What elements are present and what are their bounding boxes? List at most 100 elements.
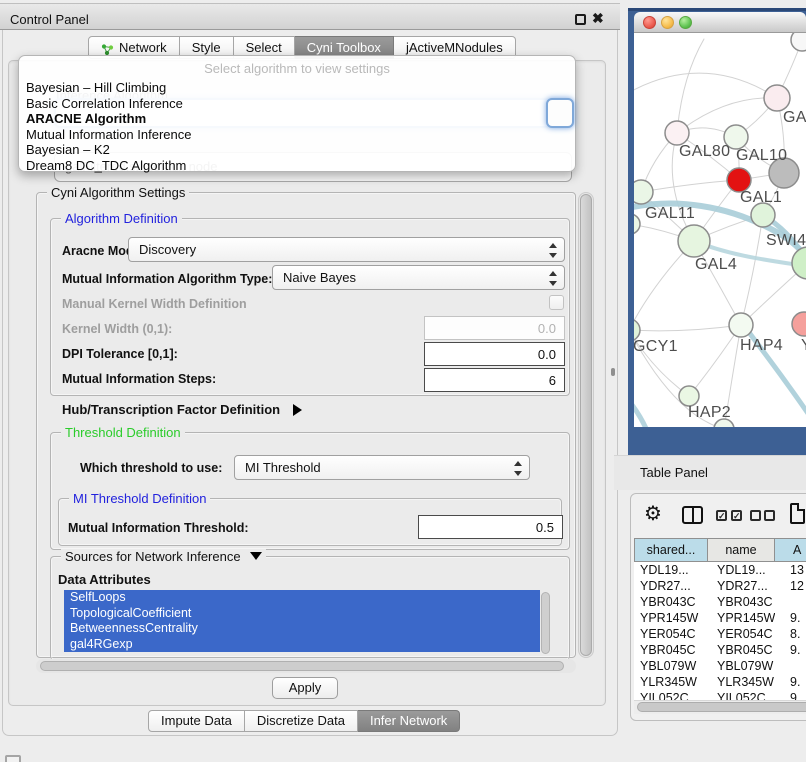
apply-button[interactable]: Apply — [272, 677, 338, 699]
window-zoom-button[interactable] — [679, 16, 692, 29]
table-row[interactable]: YLR345WYLR345W9. — [634, 674, 806, 690]
popup-placeholder: Select algorithm to view settings — [19, 58, 575, 80]
algorithm-definition-title: Algorithm Definition — [61, 211, 182, 226]
manual-kernel-label: Manual Kernel Width Definition — [62, 297, 247, 311]
control-panel-titlebar: Control Panel ✖ — [0, 3, 620, 30]
table-row[interactable]: YPR145WYPR145W9. — [634, 610, 806, 626]
table-row[interactable]: YBR045CYBR045C9. — [634, 642, 806, 658]
mi-steps-label: Mutual Information Steps: — [62, 372, 216, 386]
network-node-hap4[interactable] — [729, 313, 753, 337]
data-attributes-label: Data Attributes — [58, 572, 151, 587]
minimized-panel-icon[interactable] — [5, 755, 21, 762]
column-header-clipped[interactable]: A — [775, 538, 806, 562]
column-header-shared-name[interactable]: shared... — [634, 538, 708, 562]
table-cell: 9. — [775, 610, 806, 626]
node-label: GAL10 — [736, 147, 787, 165]
attribute-list-item[interactable]: SelfLoops — [64, 590, 540, 606]
network-edge — [634, 325, 741, 331]
columns-icon[interactable] — [682, 506, 703, 524]
network-svg — [634, 33, 806, 427]
table-panel-title: Table Panel — [640, 465, 708, 480]
attribute-list-item[interactable]: BetweennessCentrality — [64, 621, 540, 637]
network-canvas[interactable]: GALGAL80GAL10GAL1GAL11SWI4GAL4GCY1HAP4YH… — [634, 33, 806, 427]
settings-group-title: Cyni Algorithm Settings — [47, 185, 189, 200]
mi-steps-field[interactable] — [424, 368, 565, 392]
page-icon[interactable] — [790, 503, 805, 524]
manual-kernel-checkbox[interactable] — [549, 295, 564, 310]
network-node-top-partial[interactable] — [791, 33, 806, 51]
popup-item-mutual-information[interactable]: Mutual Information Inference — [19, 127, 575, 143]
popup-item-bayesian-k2[interactable]: Bayesian – K2 — [19, 142, 575, 158]
table-cell: YER054C — [708, 626, 775, 642]
network-node-salmon[interactable] — [792, 312, 806, 336]
table-row[interactable]: YBR043CYBR043C — [634, 594, 806, 610]
tab-discretize-data[interactable]: Discretize Data — [245, 710, 358, 732]
attribute-list-item[interactable]: TopologicalCoefficient — [64, 606, 540, 622]
window-minimize-button[interactable] — [661, 16, 674, 29]
threshold-definition-title: Threshold Definition — [61, 425, 185, 440]
kernel-width-field[interactable] — [424, 316, 565, 340]
inference-algorithm-combobox-edge[interactable] — [546, 98, 574, 128]
network-edge — [641, 180, 739, 192]
mi-threshold-group-title: MI Threshold Definition — [69, 491, 210, 506]
table-body: YDL19...YDL19...13YDR27...YDR27...12YBR0… — [634, 562, 806, 702]
tab-impute-data[interactable]: Impute Data — [148, 710, 245, 732]
float-window-button[interactable] — [575, 14, 586, 25]
table-row[interactable]: YBL079WYBL079W — [634, 658, 806, 674]
unchecked-pair-icon[interactable] — [750, 510, 761, 521]
network-node-gal4[interactable] — [678, 225, 710, 257]
window-close-button[interactable] — [643, 16, 656, 29]
settings-horizontal-scrollbar-thumb[interactable] — [40, 661, 564, 671]
dpi-tolerance-label: DPI Tolerance [0,1]: — [62, 347, 178, 361]
which-threshold-combobox[interactable]: MI Threshold — [234, 455, 530, 480]
mi-type-value: Naive Bayes — [283, 270, 356, 285]
close-panel-icon[interactable]: ✖ — [592, 10, 604, 27]
checked-pair-icon[interactable]: ✓ — [731, 510, 742, 521]
tab-infer-network[interactable]: Infer Network — [358, 710, 460, 732]
table-scrollbar-thumb[interactable] — [637, 702, 806, 712]
hub-definition-section[interactable]: Hub/Transcription Factor Definition — [62, 401, 302, 419]
unchecked-pair-icon[interactable] — [764, 510, 775, 521]
node-label: GAL11 — [645, 205, 695, 223]
checked-pair-icon[interactable]: ✓ — [716, 510, 727, 521]
table-row[interactable]: YER054CYER054C8. — [634, 626, 806, 642]
network-node-hap2[interactable] — [679, 386, 699, 406]
network-node-gal80[interactable] — [665, 121, 689, 145]
dpi-tolerance-field[interactable] — [424, 342, 565, 366]
attributes-list-scrollbar[interactable] — [541, 592, 550, 654]
column-header-name[interactable]: name — [708, 538, 775, 562]
aracne-mode-combobox[interactable]: Discovery — [128, 237, 565, 262]
gear-icon[interactable]: ⚙ — [644, 504, 662, 524]
network-edge — [634, 393, 648, 427]
mi-type-combobox[interactable]: Naive Bayes — [272, 265, 565, 290]
which-threshold-value: MI Threshold — [245, 460, 321, 475]
mi-type-label: Mutual Information Algorithm Type: — [62, 272, 272, 286]
table-row[interactable]: YDL19...YDL19...13 — [634, 562, 806, 578]
popup-item-basic-correlation[interactable]: Basic Correlation Inference — [19, 96, 575, 112]
network-node-gal11[interactable] — [634, 180, 653, 204]
network-node-gal-pink[interactable] — [764, 85, 790, 111]
stepper-arrows-icon — [514, 461, 522, 476]
network-node-right-large[interactable] — [792, 247, 806, 279]
algorithm-dropdown-popup: Select algorithm to view settings Bayesi… — [18, 55, 576, 172]
table-row[interactable]: YDR27...YDR27...12 — [634, 578, 806, 594]
table-cell: YPR145W — [708, 610, 775, 626]
node-label: SWI4 — [766, 232, 806, 250]
network-node-left-clip[interactable] — [634, 214, 640, 234]
table-cell: YLR345W — [634, 674, 708, 690]
attribute-list-item[interactable]: gal4RGexp — [64, 637, 540, 653]
table-cell: YLR345W — [708, 674, 775, 690]
sources-group-title[interactable]: Sources for Network Inference — [61, 549, 266, 564]
table-cell: YBL079W — [634, 658, 708, 674]
mi-threshold-label: Mutual Information Threshold: — [68, 521, 249, 535]
settings-vertical-scrollbar-thumb[interactable] — [580, 194, 592, 656]
sources-title-text: Sources for Network Inference — [65, 549, 241, 564]
table-cell: 9. — [775, 674, 806, 690]
popup-item-bayesian-hill-climbing[interactable]: Bayesian – Hill Climbing — [19, 80, 575, 96]
panel-resize-handle[interactable] — [611, 368, 615, 376]
hub-definition-label: Hub/Transcription Factor Definition — [62, 402, 280, 417]
control-panel-title: Control Panel — [10, 12, 89, 27]
mi-threshold-field[interactable] — [418, 515, 563, 539]
popup-item-aracne[interactable]: ARACNE Algorithm — [19, 111, 575, 127]
popup-item-dream8[interactable]: Dream8 DC_TDC Algorithm — [19, 158, 575, 174]
